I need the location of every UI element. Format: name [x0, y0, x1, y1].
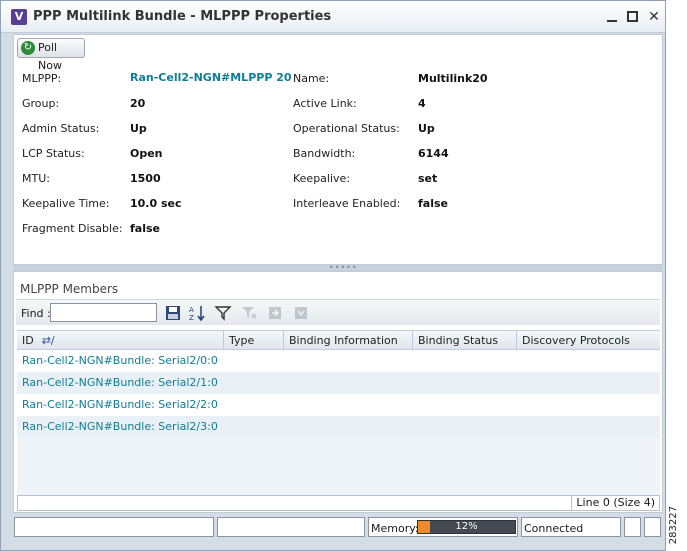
- keepalive-label: Keepalive:: [293, 172, 351, 185]
- poll-now-button[interactable]: ↻ Poll Now: [17, 38, 85, 72]
- title-bar[interactable]: V PPP Multilink Bundle - MLPPP Propertie…: [1, 1, 665, 33]
- table-row[interactable]: Ran-Cell2-NGN#Bundle: Serial2/3:0: [17, 416, 660, 438]
- svg-text:Z: Z: [189, 314, 194, 322]
- keepalive-time-value: 10.0 sec: [130, 197, 182, 210]
- members-table-body: Ran-Cell2-NGN#Bundle: Serial2/0:0 Ran-Ce…: [17, 350, 660, 495]
- bandwidth-value: 6144: [418, 147, 449, 160]
- keepalive-time-label: Keepalive Time:: [22, 197, 110, 210]
- members-toolbar: Find : A Z: [16, 299, 660, 325]
- memory-bar: 12%: [417, 520, 516, 534]
- column-header-type[interactable]: Type: [224, 331, 284, 350]
- column-header-id-label: ID: [22, 334, 34, 347]
- poll-icon: ↻: [21, 41, 35, 55]
- status-field-5: [624, 517, 641, 537]
- table-row[interactable]: Ran-Cell2-NGN#Bundle: Serial2/1:0: [17, 372, 660, 394]
- close-icon[interactable]: ✕: [646, 9, 662, 25]
- mlppp-link[interactable]: Ran-Cell2-NGN#MLPPP 20: [130, 71, 292, 84]
- members-section-title: MLPPP Members: [20, 282, 119, 296]
- find-input[interactable]: [50, 303, 157, 322]
- filter-clear-icon: [242, 307, 257, 319]
- operational-status-label: Operational Status:: [293, 122, 400, 135]
- column-header-id[interactable]: ID ⇄/: [17, 331, 224, 350]
- group-label: Group:: [22, 97, 60, 110]
- column-header-binding-information[interactable]: Binding Information: [284, 331, 413, 350]
- sort-az-icon[interactable]: A Z: [188, 304, 206, 322]
- minimize-icon[interactable]: [604, 9, 620, 25]
- table-row[interactable]: Ran-Cell2-NGN#Bundle: Serial2/2:0: [17, 394, 660, 416]
- connection-status: Connected: [524, 522, 584, 535]
- mtu-label: MTU:: [22, 172, 50, 185]
- lcp-status-label: LCP Status:: [22, 147, 85, 160]
- members-pane: MLPPP Members Find : A Z ID ⇄/ Type Bind…: [13, 271, 663, 513]
- properties-pane: ↻ Poll Now MLPPP: Ran-Cell2-NGN#MLPPP 20…: [13, 34, 663, 265]
- export-icon: [269, 307, 281, 319]
- save-icon[interactable]: [164, 304, 182, 322]
- svg-text:A: A: [189, 306, 194, 314]
- poll-now-label: Poll Now: [38, 41, 62, 72]
- memory-percent: 12%: [455, 521, 478, 532]
- status-field-2: [217, 517, 365, 537]
- interleave-enabled-value: false: [418, 197, 448, 210]
- filter-icon[interactable]: [214, 304, 232, 322]
- mtu-value: 1500: [130, 172, 161, 185]
- name-label: Name:: [293, 72, 330, 85]
- properties-window: V PPP Multilink Bundle - MLPPP Propertie…: [0, 0, 666, 551]
- admin-status-label: Admin Status:: [22, 122, 100, 135]
- group-value: 20: [130, 97, 146, 110]
- status-field-1: [14, 517, 214, 537]
- table-footer: Line 0 (Size 4): [17, 495, 660, 511]
- window-title: PPP Multilink Bundle - MLPPP Properties: [33, 9, 332, 24]
- column-header-discovery-protocols[interactable]: Discovery Protocols: [517, 331, 660, 350]
- status-field-6: [644, 517, 661, 537]
- keepalive-value: set: [418, 172, 438, 185]
- operational-status-value: Up: [418, 122, 435, 135]
- memory-label: Memory:: [371, 522, 419, 535]
- active-link-label: Active Link:: [293, 97, 357, 110]
- import-icon: [295, 307, 307, 319]
- line-count: Line 0 (Size 4): [571, 496, 659, 510]
- name-value: Multilink20: [418, 72, 488, 85]
- table-row[interactable]: Ran-Cell2-NGN#Bundle: Serial2/0:0: [17, 350, 660, 372]
- find-label: Find :: [21, 307, 51, 320]
- figure-number: 283227: [668, 506, 679, 545]
- active-link-value: 4: [418, 97, 426, 110]
- fragment-disable-label: Fragment Disable:: [22, 222, 123, 235]
- app-logo-icon: V: [11, 9, 27, 25]
- lcp-status-value: Open: [130, 147, 163, 160]
- mlppp-label: MLPPP:: [22, 72, 62, 85]
- interleave-enabled-label: Interleave Enabled:: [293, 197, 401, 210]
- maximize-icon[interactable]: [625, 9, 641, 25]
- status-bar: Memory: 12% Connected: [1, 515, 665, 541]
- fragment-disable-value: false: [130, 222, 160, 235]
- bandwidth-label: Bandwidth:: [293, 147, 356, 160]
- column-header-binding-status[interactable]: Binding Status: [413, 331, 517, 350]
- members-table-header: ID ⇄/ Type Binding Information Binding St…: [17, 330, 660, 350]
- admin-status-value: Up: [130, 122, 147, 135]
- sort-icon: ⇄/: [41, 334, 55, 347]
